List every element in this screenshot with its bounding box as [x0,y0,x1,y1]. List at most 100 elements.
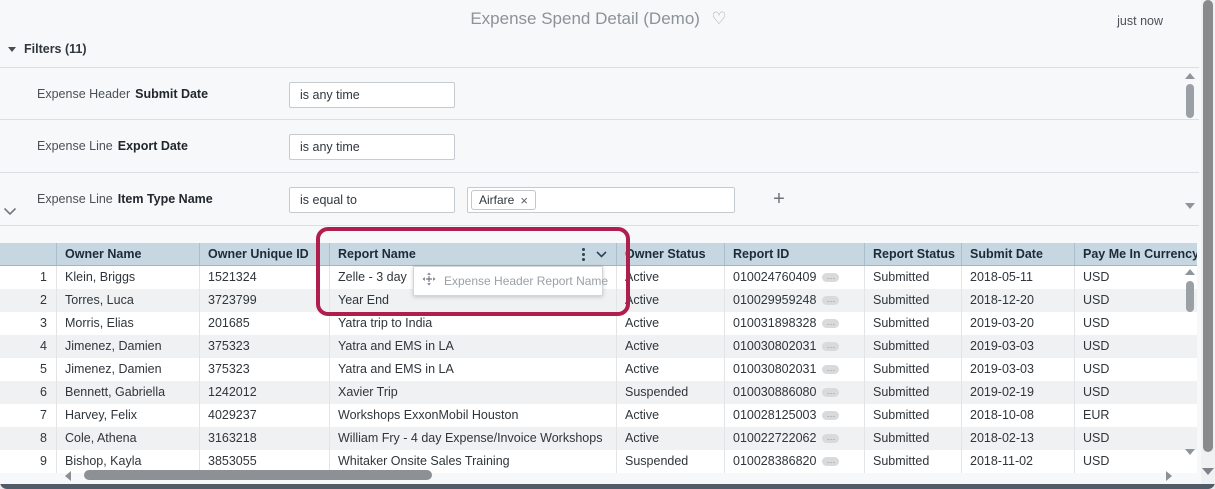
cell-report-id[interactable]: 010030802031… [725,335,865,358]
cell-currency[interactable]: USD [1075,381,1197,404]
filters-scrollbar-thumb[interactable] [1186,84,1194,118]
col-header-report-id[interactable]: Report ID [725,243,865,265]
page-scroll-down-arrow[interactable] [1202,468,1214,475]
page-scrollbar-thumb[interactable] [1203,0,1213,452]
cell-owner-name[interactable]: Morris, Elias [57,312,200,335]
cell-report-name[interactable]: Yatra and EMS in LA [330,335,617,358]
cell-owner-name[interactable]: Jimenez, Damien [57,358,200,381]
panel-chevron-down-icon[interactable] [3,203,17,221]
cell-submit-date[interactable]: 2018-11-02 [962,450,1075,473]
truncation-ellipsis-icon[interactable]: … [822,387,840,398]
cell-owner-name[interactable]: Cole, Athena [57,427,200,450]
cell-submit-date[interactable]: 2019-03-03 [962,335,1075,358]
truncation-ellipsis-icon[interactable]: … [822,410,840,421]
cell-owner-status[interactable]: Active [617,335,725,358]
cell-owner-name[interactable]: Torres, Luca [57,289,200,312]
cell-owner-status[interactable]: Active [617,358,725,381]
truncation-ellipsis-icon[interactable]: … [822,295,840,306]
cell-report-id[interactable]: 010024760409… [725,266,865,289]
cell-owner-status[interactable]: Active [617,289,725,312]
cell-submit-date[interactable]: 2018-10-08 [962,404,1075,427]
cell-report-id[interactable]: 010028125003… [725,404,865,427]
cell-report-status[interactable]: Submitted [865,381,962,404]
scroll-down-arrow[interactable] [1185,203,1195,209]
col-header-report-status[interactable]: Report Status [865,243,962,265]
cell-report-status[interactable]: Submitted [865,312,962,335]
filter-value-input[interactable]: Airfare × [467,187,735,213]
table-scrollbar-thumb[interactable] [1186,281,1194,312]
cell-owner-unique-id[interactable]: 1242012 [200,381,330,404]
truncation-ellipsis-icon[interactable]: … [822,341,840,352]
cell-owner-name[interactable]: Harvey, Felix [57,404,200,427]
cell-owner-status[interactable]: Active [617,312,725,335]
cell-report-status[interactable]: Submitted [865,266,962,289]
cell-owner-name[interactable]: Bennett, Gabriella [57,381,200,404]
cell-submit-date[interactable]: 2018-02-13 [962,427,1075,450]
horizontal-scrollbar-thumb[interactable] [84,470,432,480]
cell-owner-unique-id[interactable]: 375323 [200,335,330,358]
cell-currency[interactable]: EUR [1075,404,1197,427]
cell-owner-unique-id[interactable]: 3723799 [200,289,330,312]
cell-report-name[interactable]: Workshops ExxonMobil Houston [330,404,617,427]
filters-section-toggle[interactable]: Filters (11) [8,42,87,56]
cell-owner-unique-id[interactable]: 201685 [200,312,330,335]
cell-report-id[interactable]: 010030802031… [725,358,865,381]
add-filter-button[interactable]: + [768,186,790,212]
filter-condition-input[interactable]: is equal to [289,187,455,213]
cell-report-name[interactable]: Yatra trip to India [330,312,617,335]
cell-report-name[interactable]: Yatra and EMS in LA [330,358,617,381]
col-header-pay-me-in-currency[interactable]: Pay Me In Currency C [1075,243,1197,265]
cell-report-id[interactable]: 010022722062… [725,427,865,450]
cell-owner-unique-id[interactable]: 1521324 [200,266,330,289]
cell-currency[interactable]: USD [1075,450,1197,473]
truncation-ellipsis-icon[interactable]: … [822,318,840,329]
table-scroll-down-arrow[interactable] [1185,449,1195,455]
col-header-owner-unique-id[interactable]: Owner Unique ID [200,243,330,265]
scroll-left-arrow[interactable] [65,471,71,481]
cell-submit-date[interactable]: 2018-12-20 [962,289,1075,312]
cell-report-status[interactable]: Submitted [865,404,962,427]
cell-currency[interactable]: USD [1075,289,1197,312]
table-scroll-up-arrow[interactable] [1185,269,1195,275]
cell-owner-name[interactable]: Klein, Briggs [57,266,200,289]
cell-currency[interactable]: USD [1075,335,1197,358]
cell-currency[interactable]: USD [1075,266,1197,289]
cell-report-id[interactable]: 010029959248… [725,289,865,312]
col-header-submit-date[interactable]: Submit Date [962,243,1075,265]
cell-report-status[interactable]: Submitted [865,358,962,381]
cell-owner-unique-id[interactable]: 3163218 [200,427,330,450]
cell-report-id[interactable]: 010028386820… [725,450,865,473]
cell-submit-date[interactable]: 2018-05-11 [962,266,1075,289]
cell-report-id[interactable]: 010031898328… [725,312,865,335]
col-header-owner-name[interactable]: Owner Name [57,243,200,265]
remove-tag-icon[interactable]: × [520,194,528,207]
cell-report-status[interactable]: Submitted [865,450,962,473]
cell-owner-unique-id[interactable]: 375323 [200,358,330,381]
col-header-owner-status[interactable]: Owner Status [617,243,725,265]
scroll-right-arrow[interactable] [1166,471,1172,481]
truncation-ellipsis-icon[interactable]: … [822,456,840,467]
cell-owner-status[interactable]: Suspended [617,450,725,473]
col-header-report-name[interactable]: Report Name [330,243,617,265]
filter-condition-input[interactable]: is any time [289,134,455,160]
cell-report-name[interactable]: Xavier Trip [330,381,617,404]
cell-report-status[interactable]: Submitted [865,427,962,450]
favorite-heart-icon[interactable]: ♡ [711,9,726,28]
cell-report-status[interactable]: Submitted [865,289,962,312]
cell-submit-date[interactable]: 2019-03-20 [962,312,1075,335]
cell-currency[interactable]: USD [1075,312,1197,335]
cell-owner-status[interactable]: Active [617,427,725,450]
cell-submit-date[interactable]: 2019-02-19 [962,381,1075,404]
cell-report-name[interactable]: William Fry - 4 day Expense/Invoice Work… [330,427,617,450]
cell-owner-status[interactable]: Active [617,404,725,427]
truncation-ellipsis-icon[interactable]: … [822,272,840,283]
truncation-ellipsis-icon[interactable]: … [822,433,840,444]
scroll-up-arrow[interactable] [1185,73,1195,79]
cell-owner-unique-id[interactable]: 4029237 [200,404,330,427]
column-chevron-down-icon[interactable] [596,243,607,265]
filter-condition-input[interactable]: is any time [289,82,455,108]
cell-currency[interactable]: USD [1075,358,1197,381]
cell-report-status[interactable]: Submitted [865,335,962,358]
cell-owner-name[interactable]: Jimenez, Damien [57,335,200,358]
cell-report-id[interactable]: 010030886080… [725,381,865,404]
